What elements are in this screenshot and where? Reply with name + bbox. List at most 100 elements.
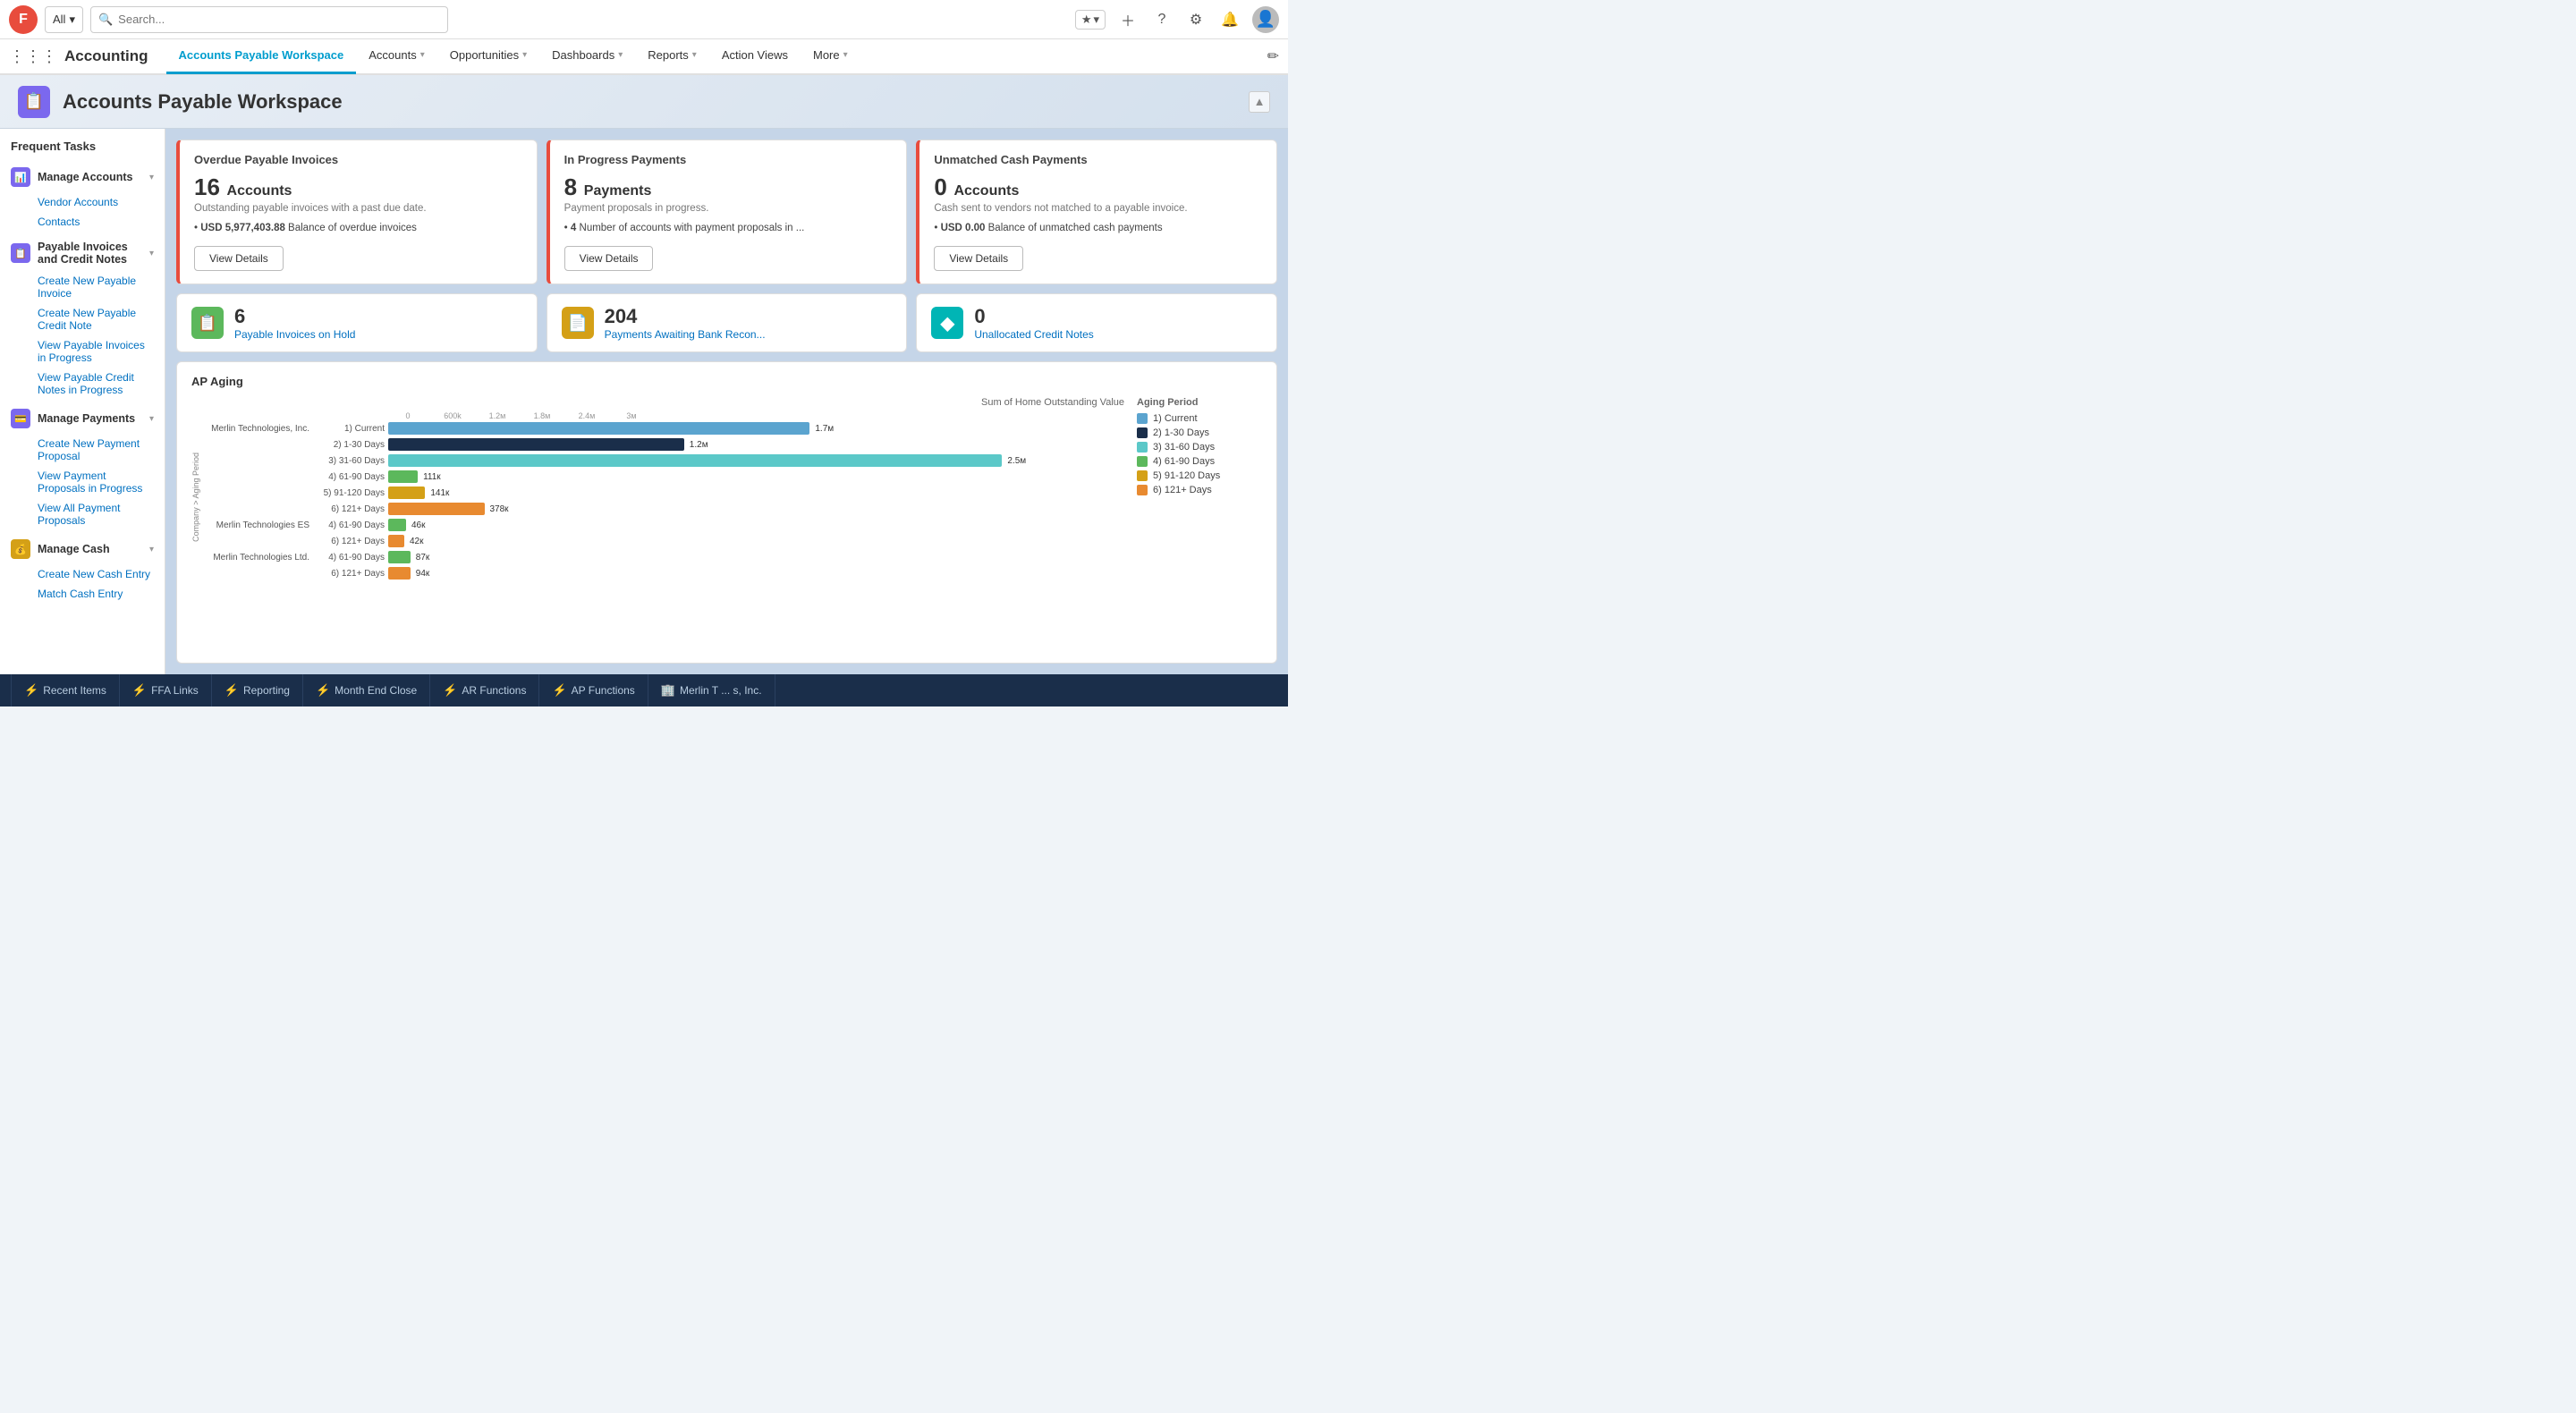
- nav-item-opportunities[interactable]: Opportunities ▾: [437, 38, 539, 74]
- bank-recon-link[interactable]: Payments Awaiting Bank Recon...: [605, 328, 766, 341]
- search-input[interactable]: [118, 13, 440, 26]
- lightning-icon: ⚡: [24, 683, 38, 698]
- chevron-down-icon: ▾: [149, 545, 154, 554]
- sidebar-item-create-payment-proposal[interactable]: Create New Payment Proposal: [0, 434, 165, 466]
- user-avatar[interactable]: 👤: [1252, 6, 1279, 33]
- grid-icon[interactable]: ⋮⋮⋮: [9, 47, 57, 66]
- bottom-label-ar-functions: AR Functions: [462, 684, 526, 697]
- in-progress-title: In Progress Payments: [564, 153, 893, 166]
- sidebar-item-create-cash-entry[interactable]: Create New Cash Entry: [0, 564, 165, 584]
- nav-label: Action Views: [722, 48, 788, 62]
- bar-es-61-90: [388, 519, 406, 531]
- lightning-icon: ⚡: [316, 683, 330, 698]
- table-row: Merlin Technologies ES 4) 61-90 Days 46к: [202, 519, 1128, 531]
- sidebar-item-create-payable-invoice[interactable]: Create New Payable Invoice: [0, 271, 165, 303]
- nav-item-dashboards[interactable]: Dashboards ▾: [539, 38, 635, 74]
- unallocated-credit-card: ◆ 0 Unallocated Credit Notes: [916, 293, 1277, 352]
- legend-item-121-plus: 6) 121+ Days: [1137, 485, 1262, 495]
- sidebar-section-header-manage-payments[interactable]: 💳 Manage Payments ▾: [0, 403, 165, 434]
- payable-invoices-icon: 📋: [11, 243, 30, 263]
- bottom-label-month-end-close: Month End Close: [335, 684, 417, 697]
- sidebar-item-view-invoices-progress[interactable]: View Payable Invoices in Progress: [0, 335, 165, 368]
- quick-stats-row: 📋 6 Payable Invoices on Hold 📄 204 Payme…: [176, 293, 1277, 352]
- content-area: Overdue Payable Invoices 16 Accounts Out…: [165, 129, 1288, 674]
- legend-color-91-120: [1137, 470, 1148, 481]
- chevron-down-icon: ▾: [522, 50, 527, 60]
- bank-recon-card: 📄 204 Payments Awaiting Bank Recon...: [547, 293, 908, 352]
- in-progress-view-btn[interactable]: View Details: [564, 246, 654, 271]
- chart-axis-title: Sum of Home Outstanding Value: [191, 397, 1128, 408]
- sidebar-item-view-credit-notes-progress[interactable]: View Payable Credit Notes in Progress: [0, 368, 165, 400]
- app-logo[interactable]: F: [9, 5, 38, 34]
- in-progress-detail: • 4 Number of accounts with payment prop…: [564, 223, 893, 233]
- sidebar-section-header-manage-accounts[interactable]: 📊 Manage Accounts ▾: [0, 162, 165, 192]
- bottom-item-ap-functions[interactable]: ⚡ AP Functions: [539, 674, 648, 706]
- manage-cash-icon: 💰: [11, 539, 30, 559]
- bank-recon-icon: 📄: [562, 307, 594, 339]
- bar-91-120: [388, 487, 425, 499]
- table-row: 6) 121+ Days 42к: [202, 535, 1128, 547]
- bottom-item-reporting[interactable]: ⚡ Reporting: [212, 674, 303, 706]
- overdue-invoices-title: Overdue Payable Invoices: [194, 153, 522, 166]
- unmatched-cash-view-btn[interactable]: View Details: [934, 246, 1023, 271]
- nav-item-action-views[interactable]: Action Views: [709, 38, 801, 74]
- bar-31-60: [388, 454, 1002, 467]
- settings-button[interactable]: ⚙: [1184, 8, 1208, 31]
- nav-item-more[interactable]: More ▾: [801, 38, 860, 74]
- legend-label-121-plus: 6) 121+ Days: [1153, 485, 1212, 495]
- table-row: 5) 91-120 Days 141к: [202, 487, 1128, 499]
- bottom-item-ffa-links[interactable]: ⚡ FFA Links: [120, 674, 212, 706]
- sidebar-item-contacts[interactable]: Contacts: [0, 212, 165, 232]
- collapse-button[interactable]: ▲: [1249, 91, 1270, 113]
- notifications-button[interactable]: 🔔: [1218, 8, 1241, 31]
- sidebar-section-header-payable-invoices[interactable]: 📋 Payable Invoices and Credit Notes ▾: [0, 235, 165, 271]
- sidebar-title: Frequent Tasks: [0, 140, 165, 162]
- bottom-item-ar-functions[interactable]: ⚡ AR Functions: [430, 674, 539, 706]
- edit-nav-button[interactable]: ✏: [1267, 47, 1279, 65]
- nav-item-accounts[interactable]: Accounts ▾: [356, 38, 437, 74]
- unmatched-cash-label: Accounts: [953, 183, 1019, 199]
- sidebar-item-view-all-payment-proposals[interactable]: View All Payment Proposals: [0, 498, 165, 530]
- help-button[interactable]: ?: [1150, 8, 1174, 31]
- add-button[interactable]: ＋: [1116, 8, 1140, 31]
- sidebar-item-vendor-accounts[interactable]: Vendor Accounts: [0, 192, 165, 212]
- unallocated-credit-link[interactable]: Unallocated Credit Notes: [974, 328, 1093, 341]
- nav-bar: ⋮⋮⋮ Accounting Accounts Payable Workspac…: [0, 39, 1288, 75]
- table-row: 4) 61-90 Days 111к: [202, 470, 1128, 483]
- favorites-button[interactable]: ★ ▾: [1075, 10, 1106, 30]
- nav-label: Reports: [648, 48, 689, 62]
- bar-current: [388, 422, 809, 435]
- legend-item-91-120: 5) 91-120 Days: [1137, 470, 1262, 481]
- invoices-on-hold-link[interactable]: Payable Invoices on Hold: [234, 328, 355, 341]
- bar-61-90: [388, 470, 418, 483]
- nav-item-accounts-payable[interactable]: Accounts Payable Workspace: [166, 38, 357, 74]
- legend-item-61-90: 4) 61-90 Days: [1137, 456, 1262, 467]
- sidebar-item-create-credit-note[interactable]: Create New Payable Credit Note: [0, 303, 165, 335]
- nav-label: More: [813, 48, 840, 62]
- search-all-dropdown[interactable]: All ▾: [45, 6, 83, 33]
- chevron-down-icon: ▾: [843, 50, 848, 60]
- unallocated-credit-number: 0: [974, 305, 1093, 328]
- bank-recon-number: 204: [605, 305, 766, 328]
- overdue-invoices-card: Overdue Payable Invoices 16 Accounts Out…: [176, 140, 538, 284]
- axis-top: 0 600k 1.2м 1.8м 2.4м 3м: [386, 411, 1128, 420]
- page-header-icon: 📋: [18, 86, 50, 118]
- overdue-invoices-view-btn[interactable]: View Details: [194, 246, 284, 271]
- sidebar-item-match-cash-entry[interactable]: Match Cash Entry: [0, 584, 165, 604]
- bottom-item-company[interactable]: 🏢 Merlin T ... s, Inc.: [648, 674, 775, 706]
- invoices-on-hold-number: 6: [234, 305, 355, 328]
- nav-label: Accounts: [369, 48, 416, 62]
- legend-color-121-plus: [1137, 485, 1148, 495]
- bottom-item-month-end-close[interactable]: ⚡ Month End Close: [303, 674, 430, 706]
- bottom-label-ap-functions: AP Functions: [572, 684, 635, 697]
- page-header: 📋 Accounts Payable Workspace ▲: [0, 75, 1288, 129]
- app-title: Accounting: [64, 47, 148, 65]
- payable-invoices-label: Payable Invoices and Credit Notes: [38, 241, 142, 266]
- bottom-item-recent-items[interactable]: ⚡ Recent Items: [11, 674, 120, 706]
- nav-item-reports[interactable]: Reports ▾: [635, 38, 709, 74]
- sidebar-section-payable-invoices: 📋 Payable Invoices and Credit Notes ▾ Cr…: [0, 235, 165, 400]
- sidebar-item-view-payment-proposals-progress[interactable]: View Payment Proposals in Progress: [0, 466, 165, 498]
- sidebar-section-header-manage-cash[interactable]: 💰 Manage Cash ▾: [0, 534, 165, 564]
- building-icon: 🏢: [661, 683, 675, 698]
- bar-chart: 0 600k 1.2м 1.8м 2.4м 3м Merlin Technolo…: [202, 411, 1128, 583]
